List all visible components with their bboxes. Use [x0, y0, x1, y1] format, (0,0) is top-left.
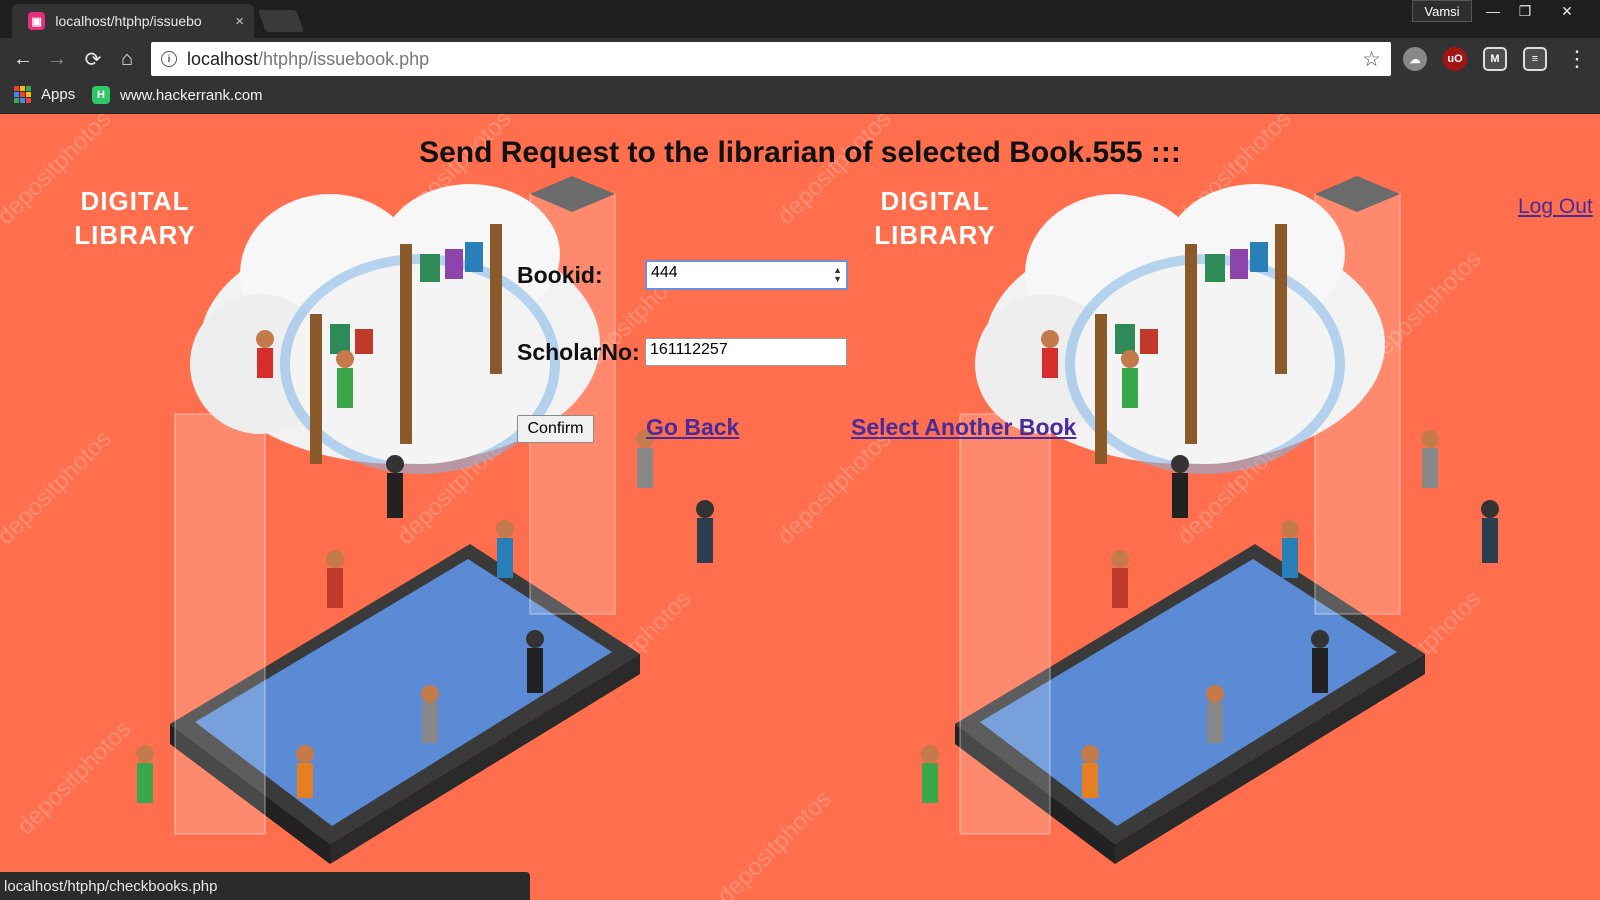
page-body: depositphotos depositphotos depositphoto… [0, 114, 1600, 900]
label-line: DIGITAL [880, 186, 990, 216]
scholar-no-field[interactable]: 161112257 [645, 338, 847, 366]
ticket-extension-icon[interactable]: ≡ [1523, 47, 1547, 71]
bookmark-label: Apps [41, 86, 76, 103]
illustration-label-left: DIGITAL LIBRARY [70, 184, 200, 252]
reload-icon[interactable]: ⟳ [80, 46, 106, 72]
tab-title: localhost/htphp/issuebo [55, 13, 202, 29]
go-back-link[interactable]: Go Back [646, 414, 739, 441]
browser-tab[interactable]: ▣ localhost/htphp/issuebo × [12, 4, 254, 38]
label-line: LIBRARY [74, 220, 196, 250]
address-bar[interactable]: i localhost /htphp/issuebook.php ☆ [151, 42, 1391, 76]
profile-button[interactable]: Vamsi [1412, 0, 1472, 22]
bookmark-hackerrank[interactable]: H www.hackerrank.com [92, 86, 263, 104]
label-line: LIBRARY [874, 220, 996, 250]
illustration-label-right: DIGITAL LIBRARY [870, 184, 1000, 252]
library-art-right [921, 176, 1499, 864]
back-arrow-icon[interactable]: ← [10, 46, 36, 72]
cloud-extension-icon[interactable]: ☁ [1403, 47, 1427, 71]
minimize-icon[interactable]: — [1478, 0, 1508, 22]
browser-toolbar: ← → ⟳ ⌂ i localhost /htphp/issuebook.php… [0, 38, 1600, 80]
scholar-label: ScholarNo: [517, 339, 640, 365]
restore-icon[interactable]: ❐ [1510, 0, 1540, 22]
confirm-button[interactable]: Confirm [517, 415, 594, 443]
bookmark-star-icon[interactable]: ☆ [1362, 47, 1381, 72]
home-icon[interactable]: ⌂ [114, 46, 140, 72]
bookmark-label: www.hackerrank.com [120, 86, 263, 104]
new-tab-button[interactable] [257, 10, 305, 32]
forward-arrow-icon[interactable]: → [44, 46, 70, 72]
url-host: localhost [187, 48, 259, 69]
url-path: /htphp/issuebook.php [258, 48, 430, 69]
tab-favicon-icon: ▣ [28, 12, 46, 30]
number-spinner-icon[interactable]: ▲ ▼ [833, 266, 842, 284]
library-art-left [136, 176, 714, 864]
tab-close-icon[interactable]: × [235, 13, 244, 30]
bookid-value: 444 [651, 264, 678, 281]
bookid-field[interactable]: 444 ▲ ▼ [645, 260, 848, 290]
scholar-value: 161112257 [650, 341, 728, 358]
bookid-label: Bookid: [517, 262, 603, 288]
browser-menu-icon[interactable]: ⋮ [1564, 46, 1590, 72]
ublock-icon[interactable]: uO [1443, 47, 1467, 71]
info-icon[interactable]: i [161, 51, 177, 67]
select-another-book-link[interactable]: Select Another Book [851, 414, 1076, 441]
bookmark-apps[interactable]: Apps [14, 86, 75, 103]
label-line: DIGITAL [80, 186, 190, 216]
logout-link[interactable]: Log Out [1518, 195, 1593, 219]
hackerrank-icon: H [92, 86, 110, 104]
page-title: Send Request to the librarian of selecte… [419, 136, 1181, 169]
close-window-icon[interactable]: ✕ [1552, 0, 1582, 22]
malwarebytes-icon[interactable]: M [1483, 47, 1507, 71]
bookmarks-bar: Apps H www.hackerrank.com [0, 80, 1600, 114]
browser-titlebar: ▣ localhost/htphp/issuebo × Vamsi — ❐ ✕ [0, 0, 1600, 38]
status-bar: localhost/htphp/checkbooks.php [0, 872, 530, 900]
apps-grid-icon [14, 86, 31, 103]
